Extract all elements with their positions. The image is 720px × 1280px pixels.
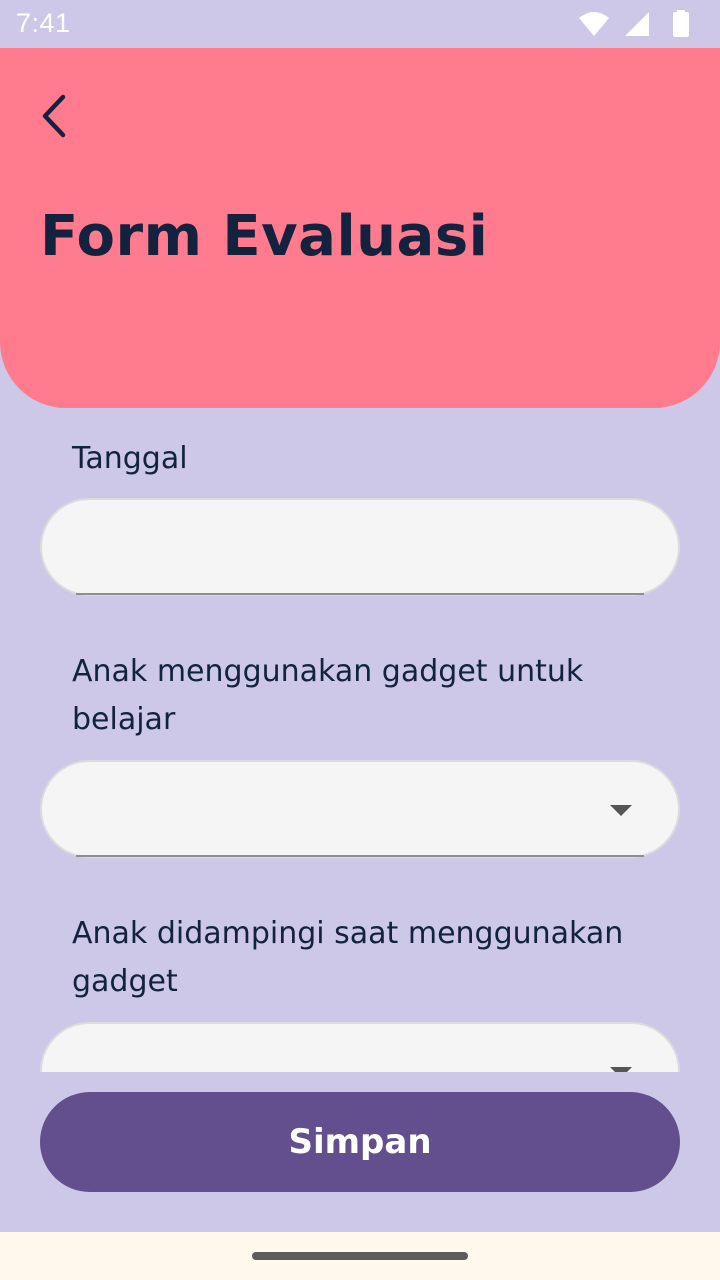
status-time: 7:41: [16, 8, 71, 38]
field-underline: [76, 593, 644, 595]
gadget-supervised-label: Anak didampingi saat menggunakan gadget: [72, 916, 624, 999]
dropdown-arrow-icon: [610, 805, 632, 816]
form-scroll-area[interactable]: Tanggal Anak menggunakan gadget untuk be…: [0, 408, 720, 1072]
signal-icon: [625, 12, 649, 36]
navigation-bar: [0, 1232, 720, 1280]
page-title: Form Evaluasi: [40, 204, 489, 269]
back-arrow-icon: [42, 94, 66, 138]
gadget-learning-label: Anak menggunakan gadget untuk belajar: [72, 654, 584, 737]
gadget-learning-dropdown[interactable]: [40, 760, 680, 858]
battery-icon: [673, 10, 689, 37]
date-field[interactable]: [40, 498, 680, 596]
status-bar: 7:41: [0, 0, 720, 48]
wifi-icon: [579, 12, 609, 36]
gadget-supervised-dropdown[interactable]: [40, 1022, 680, 1072]
dropdown-arrow-icon: [610, 1067, 632, 1072]
home-gesture-handle[interactable]: [252, 1252, 468, 1260]
field-underline: [76, 855, 644, 857]
save-button[interactable]: Simpan: [40, 1092, 680, 1192]
back-button[interactable]: [26, 88, 82, 144]
date-field-label: Tanggal: [72, 441, 188, 476]
header: Form Evaluasi: [0, 48, 720, 408]
